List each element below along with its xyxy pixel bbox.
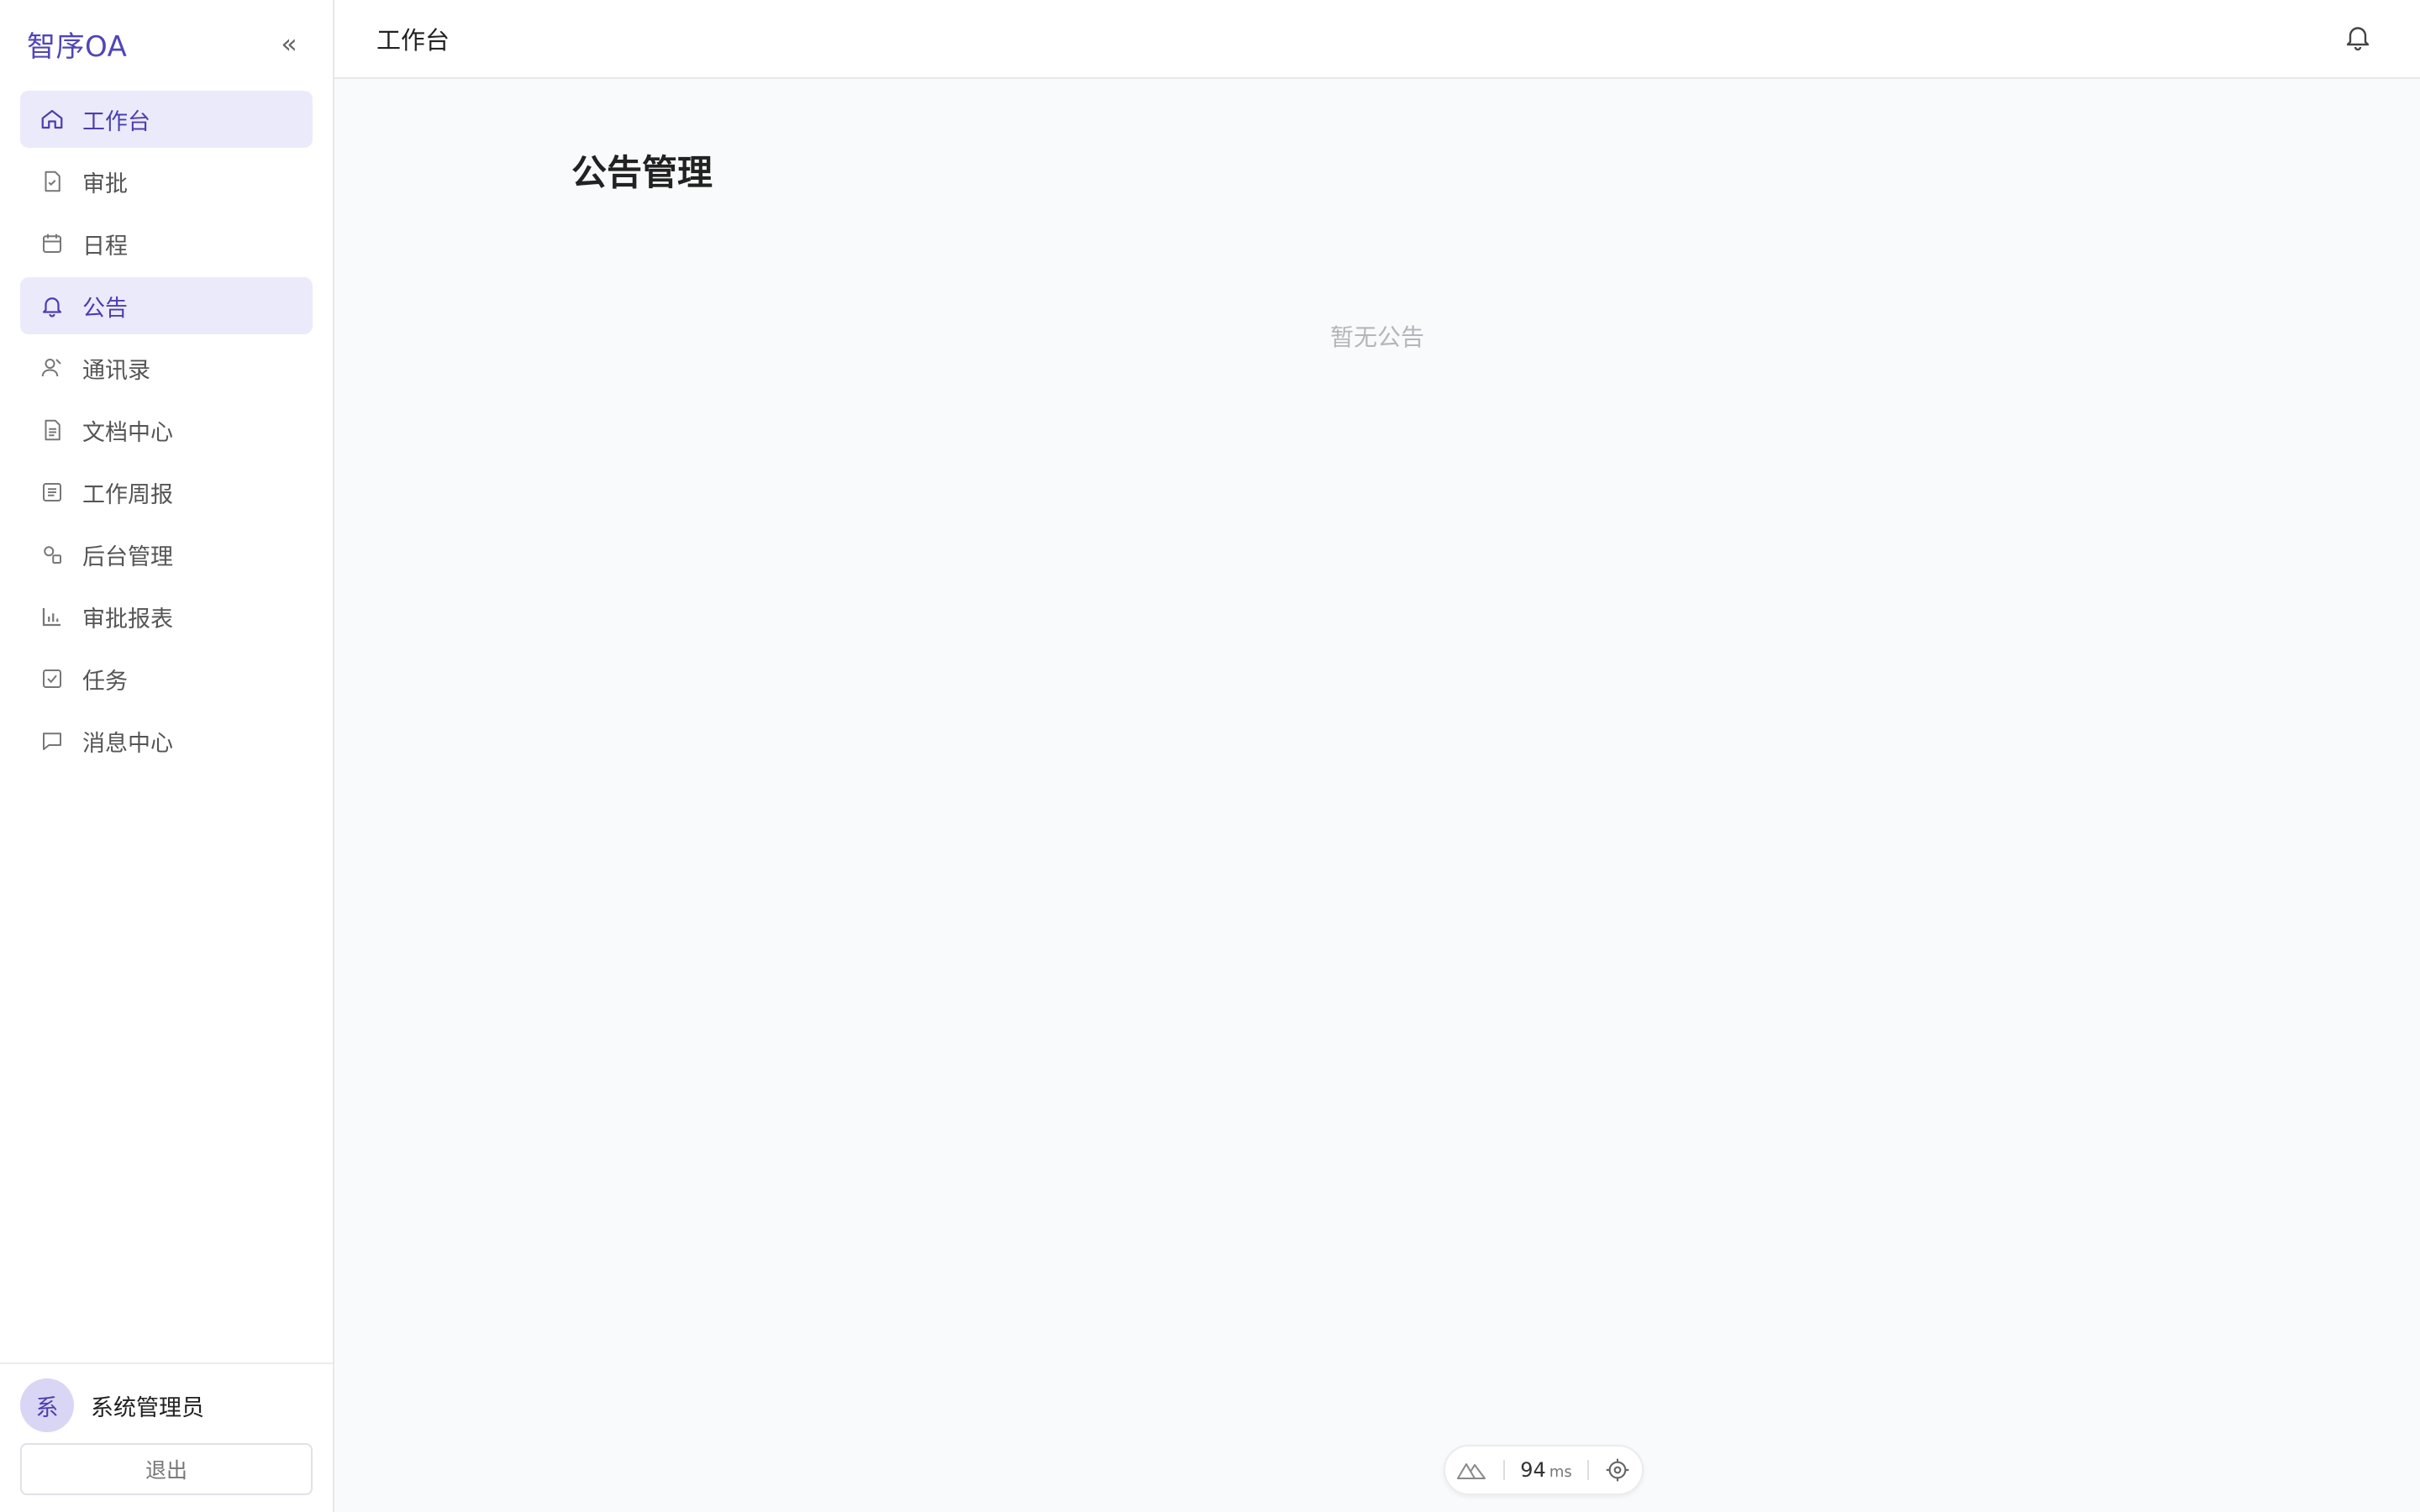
sidebar-item-tasks[interactable]: 任务 [20,650,313,707]
sidebar-footer: 系 系统管理员 退出 [0,1362,333,1512]
calendar-icon [39,230,66,257]
brand-logo[interactable]: 智序OA [27,24,127,65]
sidebar-item-contacts[interactable]: 通讯录 [20,339,313,396]
sidebar-item-label: 审批 [82,171,128,197]
sidebar-item-approval[interactable]: 审批 [20,153,313,210]
sidebar-item-approval-report[interactable]: 审批报表 [20,588,313,645]
announcement-page: 公告管理 [334,79,2420,196]
sidebar-nav: 工作台 审批 日程 公告 通讯录 文档中心 工作周报 后台管理 审批报表 任务 … [0,87,333,769]
sidebar-item-label: 文档中心 [82,419,173,446]
render-time-unit: ms [1549,1463,1572,1481]
sidebar-item-schedule[interactable]: 日程 [20,215,313,272]
page-title: 公告管理 [571,152,713,193]
sidebar-item-label: 任务 [82,668,128,695]
sidebar-item-label: 后台管理 [82,543,173,570]
sidebar-item-label: 日程 [82,233,128,260]
admin-settings-icon [39,541,66,568]
sidebar-item-workbench[interactable]: 工作台 [20,91,313,148]
sidebar-item-admin[interactable]: 后台管理 [20,526,313,583]
toolbar-divider [1503,1460,1506,1480]
notification-button[interactable] [2338,18,2378,59]
user-name: 系统管理员 [91,1394,204,1421]
app-shell: 智序OA « 工作台 审批 日程 公告 通讯录 文档中心 工作周报 后台管理 审… [0,0,2420,1512]
task-check-icon [39,665,66,692]
dev-toolbar: 94 ms [1444,1445,1644,1495]
bell-icon [2343,22,2373,55]
nuxt-logo-icon[interactable] [1456,1460,1488,1480]
sidebar-item-documents[interactable]: 文档中心 [20,402,313,459]
bell-icon [39,292,66,319]
sidebar-item-label: 工作台 [82,108,150,135]
toolbar-divider [1586,1460,1589,1480]
approval-doc-icon [39,168,66,195]
top-header: 工作台 [334,0,2420,79]
sidebar-item-weekly-report[interactable]: 工作周报 [20,464,313,521]
contacts-icon [39,354,66,381]
home-icon [39,106,66,133]
sidebar-item-label: 工作周报 [82,481,173,508]
collapse-sidebar-button[interactable]: « [272,27,306,60]
sidebar-item-announcement[interactable]: 公告 [20,277,313,334]
bar-chart-icon [39,603,66,630]
inspect-target-icon[interactable] [1604,1457,1631,1483]
user-info: 系 系统管理员 [20,1378,313,1433]
logout-button[interactable]: 退出 [20,1443,313,1495]
sidebar-item-label: 消息中心 [82,730,173,757]
empty-state-text: 暂无公告 [1329,323,1424,351]
sidebar-item-messages[interactable]: 消息中心 [20,712,313,769]
message-icon [39,727,66,754]
report-list-icon [39,479,66,506]
main-area: 工作台 公告管理 暂无公告 94 ms [334,0,2420,1512]
sidebar-item-label: 通讯录 [82,357,150,384]
sidebar: 智序OA « 工作台 审批 日程 公告 通讯录 文档中心 工作周报 后台管理 审… [0,0,334,1512]
sidebar-item-label: 审批报表 [82,606,173,633]
sidebar-item-label: 公告 [82,295,128,322]
avatar[interactable]: 系 [20,1378,74,1432]
render-time: 94 ms [1520,1458,1571,1482]
brand-row: 智序OA « [0,0,333,87]
render-time-value: 94 [1520,1458,1546,1482]
document-icon [39,417,66,444]
header-title: 工作台 [376,26,450,55]
